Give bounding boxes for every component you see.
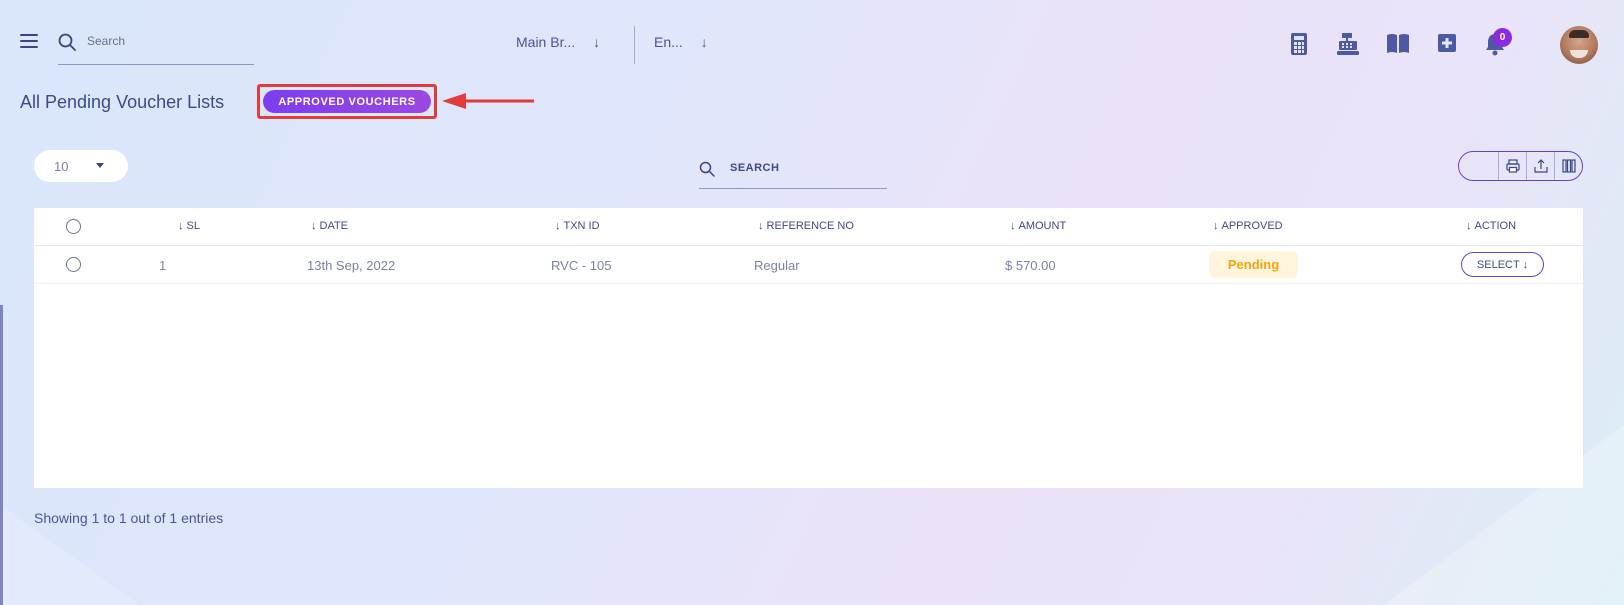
status-badge: Pending	[1209, 251, 1298, 278]
column-header-label: DATE	[319, 220, 349, 232]
hamburger-menu-icon[interactable]	[20, 34, 38, 48]
left-edge-bar	[0, 305, 3, 605]
cash-register-icon[interactable]	[1336, 32, 1360, 56]
column-header-label: ACTION	[1474, 220, 1517, 232]
notification-badge: 0	[1493, 28, 1512, 47]
row-checkbox[interactable]	[66, 257, 81, 272]
cell-date: 13th Sep, 2022	[307, 258, 396, 273]
column-header-date[interactable]: ↓ DATE	[311, 220, 348, 232]
calculator-icon[interactable]	[1288, 32, 1312, 56]
cell-sl: 1	[159, 258, 167, 273]
export-icon[interactable]	[1526, 152, 1554, 180]
annotation-highlight-box: APPROVED VOUCHERS	[257, 84, 437, 119]
arrow-down-icon: ↓	[593, 34, 601, 50]
cell-reference-no: Regular	[754, 258, 800, 273]
column-header-label: SL	[186, 220, 200, 232]
column-header-amount[interactable]: ↓ AMOUNT	[1010, 220, 1066, 232]
table-row: 1 13th Sep, 2022 RVC - 105 Regular $ 570…	[34, 246, 1583, 284]
language-dropdown-label: En...	[654, 34, 683, 50]
header-search	[58, 28, 254, 65]
cell-txn-id: RVC - 105	[551, 258, 612, 273]
plus-square-icon[interactable]	[1436, 32, 1460, 56]
select-all-checkbox[interactable]	[66, 219, 81, 234]
columns-icon[interactable]	[1554, 152, 1582, 180]
column-header-action[interactable]: ↓ ACTION	[1466, 220, 1516, 232]
vouchers-table: ↓ SL ↓ DATE ↓ TXN ID ↓ REFERENCE NO ↓ AMOUNT …	[34, 208, 1583, 488]
column-header-label: REFERENCE NO	[766, 220, 854, 232]
language-dropdown[interactable]: En... ↓	[654, 34, 708, 50]
cell-amount: $ 570.00	[1005, 258, 1056, 273]
user-avatar[interactable]	[1560, 26, 1598, 64]
column-header-label: TXN ID	[563, 220, 600, 232]
sort-arrow-icon: ↓	[311, 220, 317, 232]
search-icon	[58, 33, 76, 51]
branch-dropdown-label: Main Br...	[516, 34, 576, 50]
approved-vouchers-button[interactable]: APPROVED VOUCHERS	[263, 90, 431, 113]
select-action-button[interactable]: SELECT ↓	[1461, 252, 1544, 277]
caret-down-icon	[96, 163, 104, 168]
column-header-sl[interactable]: ↓ SL	[178, 220, 200, 232]
column-header-txn-id[interactable]: ↓ TXN ID	[555, 220, 600, 232]
annotation-arrow-icon	[442, 93, 534, 109]
header-divider	[634, 26, 635, 64]
sort-arrow-icon: ↓	[178, 220, 184, 232]
page-length-value: 10	[54, 159, 69, 174]
table-search	[699, 154, 887, 189]
column-header-label: AMOUNT	[1018, 220, 1067, 232]
sort-arrow-icon: ↓	[1010, 220, 1016, 232]
book-icon[interactable]	[1386, 32, 1410, 56]
sort-arrow-icon: ↓	[758, 220, 764, 232]
arrow-down-icon: ↓	[700, 34, 708, 50]
branch-dropdown[interactable]: Main Br... ↓	[516, 34, 600, 50]
export-button-group	[1458, 151, 1583, 181]
sort-arrow-icon: ↓	[555, 220, 561, 232]
column-header-approved[interactable]: ↓ APPROVED	[1213, 220, 1283, 232]
table-header: ↓ SL ↓ DATE ↓ TXN ID ↓ REFERENCE NO ↓ AMOUNT …	[34, 208, 1583, 246]
page-length-select[interactable]: 10	[34, 150, 128, 182]
search-icon	[699, 161, 715, 177]
header-search-input[interactable]	[87, 34, 247, 48]
column-header-label: APPROVED	[1221, 220, 1283, 232]
table-search-input[interactable]	[730, 162, 880, 174]
page-title: All Pending Voucher Lists	[20, 92, 225, 112]
print-icon[interactable]	[1498, 152, 1526, 180]
sort-arrow-icon: ↓	[1466, 220, 1472, 232]
table-info: Showing 1 to 1 out of 1 entries	[34, 510, 224, 526]
column-header-reference-no[interactable]: ↓ REFERENCE NO	[758, 220, 854, 232]
sort-arrow-icon: ↓	[1213, 220, 1219, 232]
